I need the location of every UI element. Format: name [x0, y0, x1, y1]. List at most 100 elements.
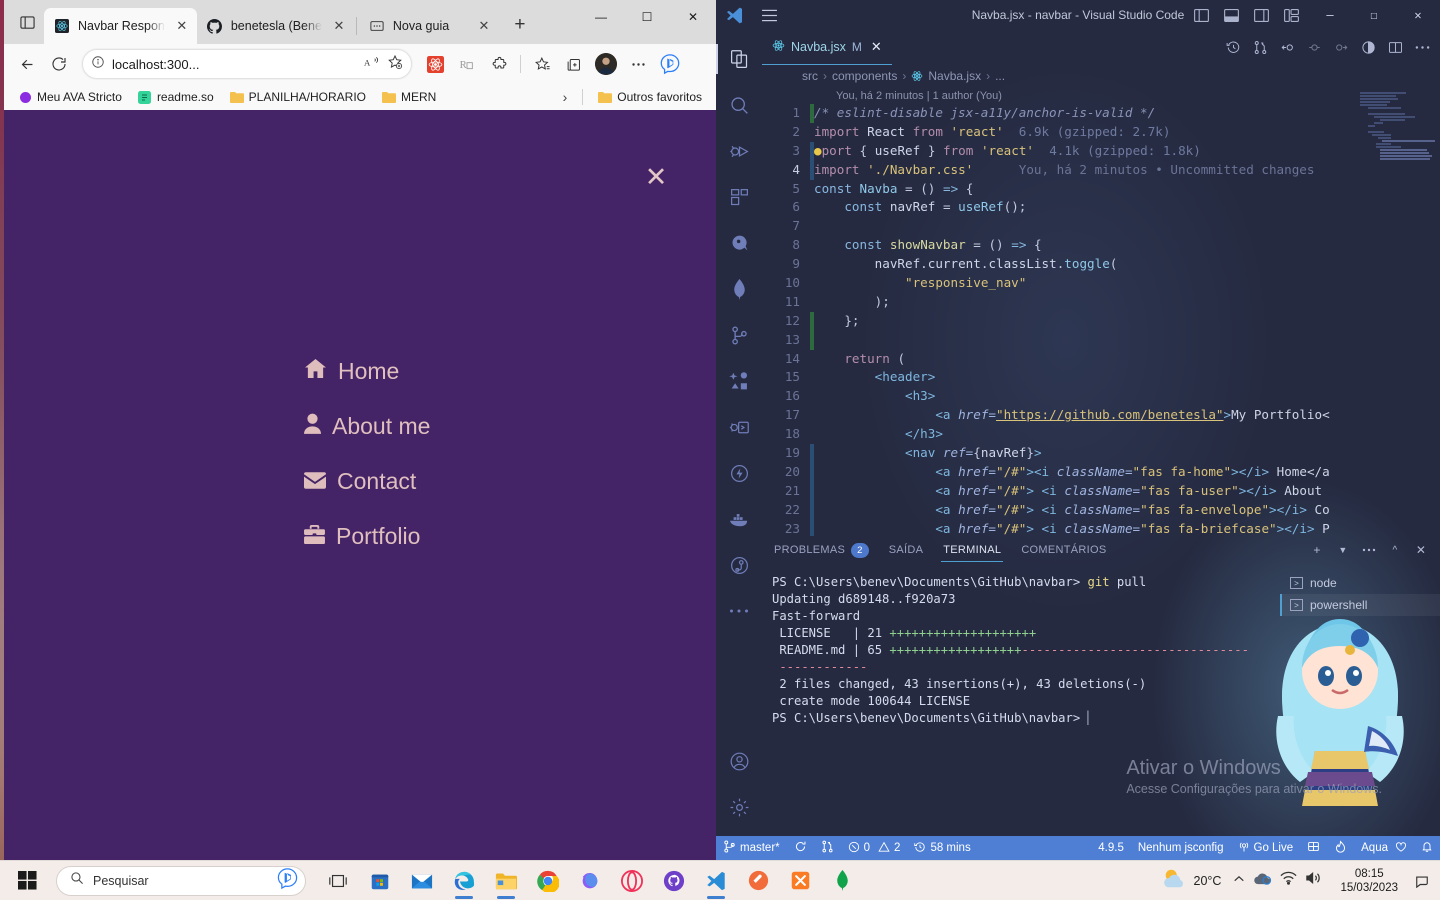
nav-link-portfolio[interactable]: Portfolio: [304, 523, 430, 550]
wifi-icon[interactable]: [1280, 871, 1297, 890]
status-theme[interactable]: Aqua: [1354, 836, 1414, 860]
status-prettier[interactable]: [1300, 836, 1327, 860]
maximize-panel-icon[interactable]: ^: [1384, 539, 1406, 561]
close-tab-icon[interactable]: ✕: [173, 17, 191, 35]
close-window-button[interactable]: ✕: [1396, 0, 1440, 30]
nav-link-about-me[interactable]: About me: [304, 413, 430, 440]
remote-explorer-icon[interactable]: [716, 404, 762, 450]
other-favorites-folder[interactable]: Outros favoritos: [592, 88, 708, 106]
readme-extension-icon[interactable]: R: [452, 49, 482, 79]
avatar[interactable]: [591, 49, 621, 79]
maximize-button[interactable]: ☐: [1352, 0, 1396, 30]
breadcrumb-components[interactable]: components: [832, 69, 897, 83]
info-icon[interactable]: [91, 55, 105, 74]
mail-icon[interactable]: [402, 861, 442, 900]
status-flame[interactable]: [1327, 836, 1354, 860]
opera-icon[interactable]: [612, 861, 652, 900]
clock[interactable]: 08:15 15/03/2023: [1334, 867, 1404, 895]
search-icon[interactable]: [716, 82, 762, 128]
chrome-icon[interactable]: [528, 861, 568, 900]
nav-link-contact[interactable]: Contact: [304, 468, 430, 495]
refresh-icon[interactable]: [44, 49, 74, 79]
panel-tab-problemas[interactable]: PROBLEMAS 2: [772, 538, 871, 563]
timeline-history-icon[interactable]: [1221, 36, 1245, 60]
status-timer[interactable]: 58 mins: [907, 836, 977, 860]
more-icon[interactable]: [1358, 539, 1380, 561]
status-go-live[interactable]: Go Live: [1231, 836, 1301, 860]
postman-icon[interactable]: [738, 861, 778, 900]
status-sync[interactable]: [787, 836, 814, 860]
close-window-button[interactable]: ✕: [670, 0, 716, 34]
onedrive-icon[interactable]: [1253, 871, 1272, 891]
puzzle-extension-icon[interactable]: [484, 49, 514, 79]
bookmark-item[interactable]: PLANILHA/HORARIO: [224, 88, 372, 106]
mongodb-compass-icon[interactable]: [822, 861, 862, 900]
xampp-icon[interactable]: [780, 861, 820, 900]
back-icon[interactable]: [12, 49, 42, 79]
account-icon[interactable]: [716, 738, 762, 784]
status-version[interactable]: 4.9.5: [1091, 836, 1131, 860]
toggle-secondary-sidebar-icon[interactable]: [1248, 2, 1274, 28]
explorer-icon[interactable]: [716, 36, 762, 82]
notification-icon[interactable]: [1410, 867, 1434, 895]
edge-dev-icon[interactable]: [570, 861, 610, 900]
status-jsconfig[interactable]: Nenhum jsconfig: [1131, 836, 1231, 860]
breadcrumb-file[interactable]: Navba.jsx: [928, 69, 981, 83]
toggle-primary-sidebar-icon[interactable]: [1188, 2, 1214, 28]
source-control-icon[interactable]: [716, 312, 762, 358]
close-editor-icon[interactable]: ✕: [871, 39, 882, 55]
browser-tab-2[interactable]: Nova guia ✕: [359, 8, 499, 44]
bookmark-item[interactable]: Meu AVA Stricto: [12, 88, 128, 106]
gitlens-icon[interactable]: [716, 542, 762, 588]
breadcrumb-symbol[interactable]: ...: [995, 69, 1005, 83]
edge-icon[interactable]: [444, 861, 484, 900]
run-debug-icon[interactable]: [716, 128, 762, 174]
windows-logo-icon[interactable]: [4, 861, 50, 900]
minimize-button[interactable]: —: [578, 0, 624, 34]
breadcrumb-src[interactable]: src: [802, 69, 818, 83]
more-actions-icon[interactable]: [1410, 36, 1434, 60]
address-bar[interactable]: localhost:300... A: [82, 49, 412, 79]
status-git-compare[interactable]: [814, 836, 841, 860]
new-terminal-icon[interactable]: +: [1306, 539, 1328, 561]
minimap[interactable]: [1354, 87, 1440, 536]
microsoft-store-icon[interactable]: [360, 861, 400, 900]
bookmark-item[interactable]: readme.so: [132, 88, 220, 106]
close-nav-icon[interactable]: ✕: [641, 162, 671, 192]
vscode-icon[interactable]: [696, 861, 736, 900]
panel-tab-saida[interactable]: SAÍDA: [887, 539, 926, 561]
bookmark-item[interactable]: MERN: [376, 88, 442, 106]
panel-tab-comentarios[interactable]: COMENTÁRIOS: [1019, 539, 1108, 561]
github-desktop-icon[interactable]: [654, 861, 694, 900]
browser-tab-1[interactable]: benetesla (Bene ✕: [197, 8, 354, 44]
minimize-button[interactable]: —: [1308, 0, 1352, 30]
react-devtools-icon[interactable]: [420, 49, 450, 79]
close-panel-icon[interactable]: ✕: [1410, 539, 1432, 561]
more-settings-icon[interactable]: [623, 49, 653, 79]
code-editor[interactable]: You, há 2 minutos | 1 author (You) 1 /* e…: [762, 87, 1440, 536]
previous-change-icon[interactable]: [1275, 36, 1299, 60]
menu-hamburger-icon[interactable]: [752, 0, 786, 30]
sidebar-toggle-icon[interactable]: [10, 5, 44, 39]
change-marker-icon[interactable]: [1302, 36, 1326, 60]
weather-widget[interactable]: 20°C: [1160, 867, 1221, 894]
toggle-inline-view-icon[interactable]: [1356, 36, 1380, 60]
split-editor-icon[interactable]: [1383, 36, 1407, 60]
volume-icon[interactable]: [1305, 871, 1322, 890]
close-tab-icon[interactable]: ✕: [475, 17, 493, 35]
extensions-icon[interactable]: [716, 174, 762, 220]
search-input[interactable]: Pesquisar: [56, 865, 306, 896]
mongodb-icon[interactable]: [716, 266, 762, 312]
customize-layout-icon[interactable]: [1278, 2, 1304, 28]
quokka-icon[interactable]: [716, 220, 762, 266]
next-change-icon[interactable]: [1329, 36, 1353, 60]
settings-gear-icon[interactable]: [716, 784, 762, 830]
git-compare-icon[interactable]: [1248, 36, 1272, 60]
nav-link-home[interactable]: Home: [304, 358, 430, 385]
status-problems[interactable]: 0 2: [841, 836, 908, 860]
file-explorer-icon[interactable]: [486, 861, 526, 900]
panel-tab-terminal[interactable]: TERMINAL: [941, 539, 1004, 562]
close-tab-icon[interactable]: ✕: [330, 17, 348, 35]
status-notifications[interactable]: [1414, 836, 1440, 860]
editor-tab-navba-jsx[interactable]: Navba.jsx M ✕: [762, 30, 892, 65]
